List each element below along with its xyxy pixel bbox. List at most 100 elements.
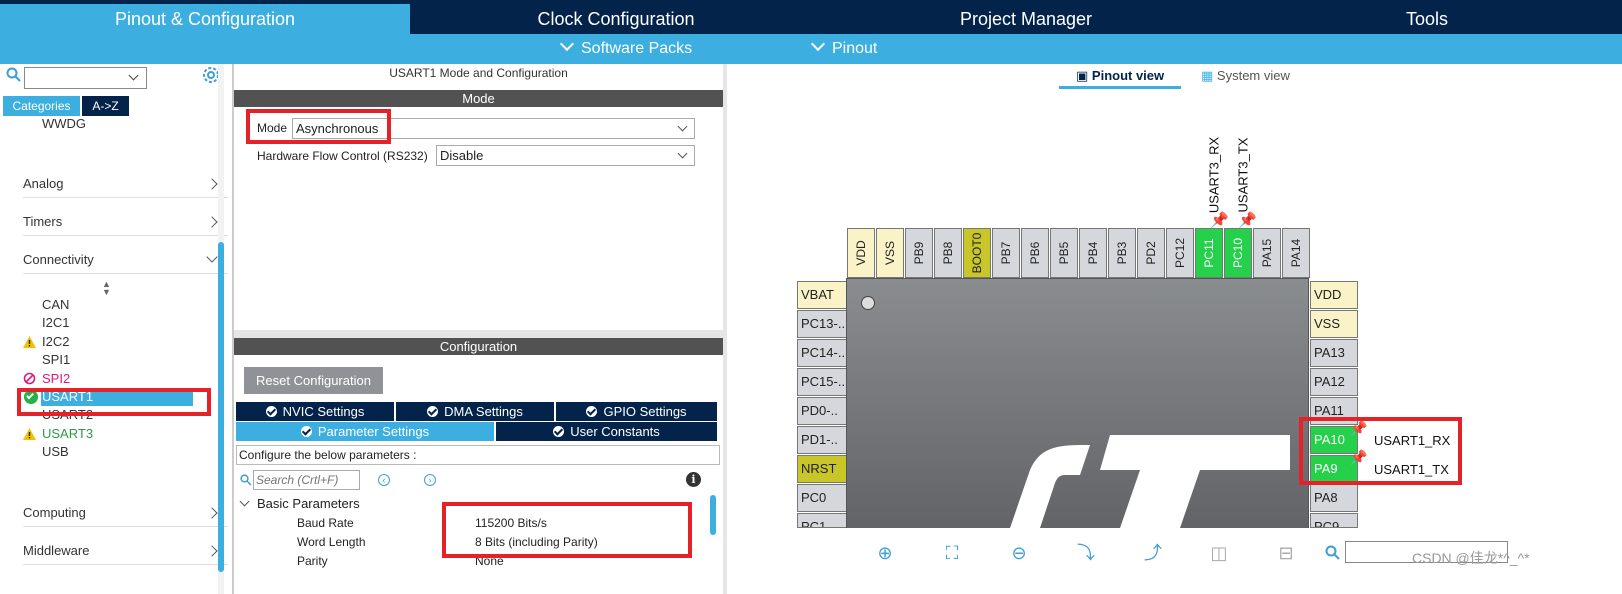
pin-pb5[interactable]: PB5 [1050, 228, 1078, 278]
software-packs-menu[interactable]: Software Packs [559, 34, 692, 64]
pin-pc9[interactable]: PC9 [1310, 513, 1358, 528]
pin-pb6[interactable]: PB6 [1021, 228, 1049, 278]
info-icon[interactable]: i [686, 472, 701, 487]
splitter[interactable] [234, 330, 723, 338]
pin-pc12[interactable]: PC12 [1166, 228, 1194, 278]
parameter-search-input[interactable] [253, 470, 360, 490]
pin-pb4[interactable]: PB4 [1079, 228, 1107, 278]
flip-vertical-icon[interactable]: ⊟ [1275, 542, 1297, 564]
tab-a-z[interactable]: A->Z [82, 96, 129, 116]
pinout-menu[interactable]: Pinout [810, 34, 878, 64]
tab-tools[interactable]: Tools [1232, 4, 1622, 34]
tab-dma-settings[interactable]: DMA Settings [396, 402, 554, 421]
chevron-right-icon [206, 545, 218, 557]
chip-icon: ▣ [1076, 68, 1092, 83]
pin-boot0[interactable]: BOOT0 [963, 228, 991, 278]
basic-parameters-label: Basic Parameters [257, 496, 360, 511]
pin-pb8[interactable]: PB8 [934, 228, 962, 278]
list-item-i2c1[interactable]: I2C1 [42, 314, 69, 332]
pin-pd1[interactable]: PD1-.. [797, 426, 847, 454]
pin-pa13[interactable]: PA13 [1310, 339, 1358, 367]
zoom-in-icon[interactable]: ⊕ [874, 542, 896, 564]
panel-title: USART1 Mode and Configuration [389, 66, 568, 80]
tab-nvic-settings[interactable]: NVIC Settings [236, 402, 394, 421]
tab-pinout-configuration[interactable]: Pinout & Configuration [0, 4, 410, 34]
zoom-out-icon[interactable]: ⊖ [1008, 542, 1030, 564]
list-item-wwdg[interactable]: WWDG [42, 115, 86, 133]
pin-pc1[interactable]: PC1 [797, 513, 847, 528]
pin-lock-icon: 📌 [1210, 212, 1229, 229]
tab-categories[interactable]: Categories [3, 96, 80, 116]
warning-icon [23, 336, 36, 351]
params-scrollbar-thumb[interactable] [710, 495, 716, 535]
list-item-usb[interactable]: USB [42, 443, 69, 461]
pin-pa8[interactable]: PA8 [1310, 484, 1358, 512]
pin-pb3[interactable]: PB3 [1108, 228, 1136, 278]
chevron-down-icon [677, 121, 688, 132]
pin-pc11[interactable]: PC11 [1195, 228, 1223, 278]
highlight-box-usart1 [17, 388, 211, 416]
chevron-right-icon [206, 507, 218, 519]
tab-pinout-view[interactable]: ▣ Pinout view [1076, 68, 1164, 84]
pin-pa15[interactable]: PA15 [1253, 228, 1281, 278]
tab-user-constants[interactable]: User Constants [496, 422, 717, 441]
pin-vss-top[interactable]: VSS [876, 228, 904, 278]
mode-section-header: Mode [234, 90, 723, 107]
fit-to-screen-icon[interactable]: ⛶ [941, 542, 963, 564]
pin-pc15[interactable]: PC15-.. [797, 368, 847, 396]
check-icon [427, 406, 439, 417]
pin-vbat[interactable]: VBAT [797, 281, 847, 309]
tab-label: Parameter Settings [317, 424, 430, 439]
pin-pc13[interactable]: PC13-.. [797, 310, 847, 338]
pin-nrst[interactable]: NRST [797, 455, 847, 483]
category-connectivity[interactable]: Connectivity [23, 250, 228, 274]
list-item-can[interactable]: CAN [42, 296, 69, 314]
previous-match-icon[interactable]: ‹ [378, 474, 390, 486]
chevron-down-icon [677, 148, 688, 159]
pin-pc0[interactable]: PC0 [797, 484, 847, 512]
param-name-baud-rate: Baud Rate [297, 516, 354, 530]
signal-usart3-tx: USART3_TX [1235, 137, 1251, 213]
pin-pa14[interactable]: PA14 [1282, 228, 1310, 278]
chevron-down-icon[interactable] [128, 70, 139, 81]
search-icon[interactable] [1325, 545, 1341, 561]
tab-parameter-settings[interactable]: Parameter Settings [236, 422, 494, 441]
rotate-left-icon[interactable]: ⤴ [1142, 542, 1164, 564]
pin-pb7[interactable]: PB7 [992, 228, 1020, 278]
list-item-spi1[interactable]: SPI1 [42, 351, 70, 369]
reset-configuration-button[interactable]: Reset Configuration [244, 367, 383, 394]
pin-vdd-right[interactable]: VDD [1310, 281, 1358, 309]
category-timers[interactable]: Timers [23, 212, 228, 236]
rotate-right-icon[interactable]: ⤵ [1075, 542, 1097, 564]
sort-icon[interactable]: ▲ ▼ [102, 280, 111, 297]
pin-pc10[interactable]: PC10 [1224, 228, 1252, 278]
category-label: Computing [23, 505, 86, 520]
list-item-spi2[interactable]: SPI2 [42, 370, 70, 388]
tab-label: DMA Settings [444, 404, 523, 419]
tab-gpio-settings[interactable]: GPIO Settings [556, 402, 717, 421]
next-match-icon[interactable]: › [424, 474, 436, 486]
left-scrollbar-thumb[interactable] [218, 242, 224, 572]
pin-pc14[interactable]: PC14-.. [797, 339, 847, 367]
category-search-input[interactable] [24, 67, 147, 89]
pin-pd2[interactable]: PD2 [1137, 228, 1165, 278]
pin-vss-right[interactable]: VSS [1310, 310, 1358, 338]
pin-vdd-top[interactable]: VDD [847, 228, 875, 278]
pin-pb9[interactable]: PB9 [905, 228, 933, 278]
tab-clock-configuration[interactable]: Clock Configuration [412, 4, 820, 34]
list-item-usart3[interactable]: USART3 [42, 425, 93, 443]
tab-project-manager[interactable]: Project Manager [822, 4, 1230, 34]
search-icon [240, 474, 252, 486]
category-middleware[interactable]: Middleware [23, 541, 228, 565]
category-analog[interactable]: Analog [23, 174, 228, 198]
search-icon[interactable] [6, 67, 22, 83]
hardware-flow-control-select[interactable]: Disable [436, 145, 695, 166]
list-item-i2c2[interactable]: I2C2 [42, 333, 69, 351]
check-icon [586, 406, 598, 417]
category-computing[interactable]: Computing [23, 503, 228, 527]
pinout-label: Pinout [832, 40, 878, 57]
tab-system-view[interactable]: ▦ System view [1201, 68, 1290, 84]
flip-horizontal-icon[interactable]: ◫ [1208, 542, 1230, 564]
pin-pa12[interactable]: PA12 [1310, 368, 1358, 396]
pin-pd0[interactable]: PD0-.. [797, 397, 847, 425]
